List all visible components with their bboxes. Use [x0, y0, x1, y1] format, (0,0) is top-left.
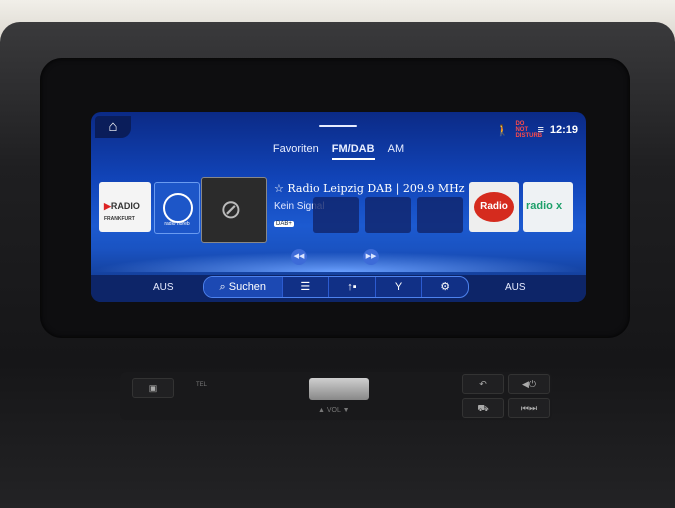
tab-fm-dab[interactable]: FM/DAB [331, 143, 375, 160]
radio-x-logo: radio x [526, 200, 563, 212]
station-up-icon: ↑▪ [347, 281, 357, 293]
control-bar: ⌕ Suchen ☰ ↑▪ Y ⚙ [203, 276, 469, 298]
skip-back-button[interactable]: ◀◀ [291, 249, 307, 265]
no-signal-icon: ⊘ [220, 194, 242, 224]
search-icon: ⌕ [219, 281, 226, 293]
station-radio-ton[interactable]: Radio Ton [469, 182, 519, 232]
mute-power-icon: ◀⏻ [521, 379, 537, 389]
media-icon: ▣ [148, 383, 158, 393]
track-skip-button[interactable]: ⏮⏭ [508, 398, 550, 418]
list-button[interactable]: ☰ [281, 277, 329, 297]
home-button[interactable]: ⌂ [95, 116, 131, 138]
current-station-artwork[interactable]: ⊘ [201, 177, 267, 243]
car-icon: ⛟ [477, 403, 489, 413]
band-tabs: Favoriten FM/DAB AM [91, 143, 586, 160]
skip-back-icon: ◀◀ [293, 253, 305, 260]
station-radio-horeb[interactable]: radio horeb [154, 182, 200, 234]
tel-label: TEL [196, 382, 208, 388]
seat-icon: ≡ [537, 124, 544, 136]
empty-slot[interactable] [417, 197, 463, 233]
status-bar: 🚶 DO NOT DISTURB ≡ 12:19 [496, 121, 578, 139]
person-icon: 🚶 [495, 124, 510, 137]
landscape-graphic [91, 252, 586, 272]
pull-down-handle[interactable] [319, 125, 357, 127]
back-icon: ↶ [479, 379, 487, 389]
radio-ton-logo: Radio Ton [474, 192, 514, 232]
search-button[interactable]: ⌕ Suchen [204, 277, 282, 297]
station-radio-x[interactable]: radio x [523, 182, 573, 232]
radio-frankfurt-logo: ▶RADIO FRANKFURT [104, 201, 140, 222]
skip-forward-icon: ▶▶ [365, 253, 377, 260]
do-not-disturb-icon: DO NOT DISTURB [515, 121, 543, 139]
track-skip-icon: ⏮⏭ [520, 403, 538, 413]
left-climate-status[interactable]: AUS [153, 282, 174, 293]
right-climate-status[interactable]: AUS [505, 282, 526, 293]
skip-forward-button[interactable]: ▶▶ [363, 249, 379, 265]
antenna-icon: Y [394, 281, 403, 293]
infotainment-screen: ⌂ 🚶 DO NOT DISTURB ≡ 12:19 Favoriten FM/… [91, 112, 586, 302]
dab-badge: DAB+ [274, 221, 294, 227]
station-title: ☆ Radio Leipzig DAB | 209.9 MHz [274, 182, 465, 195]
station-up-button[interactable]: ↑▪ [328, 277, 375, 297]
radio-horeb-logo [163, 193, 193, 223]
home-icon: ⌂ [108, 118, 118, 135]
tab-am[interactable]: AM [388, 143, 405, 158]
volume-roller[interactable] [309, 378, 369, 400]
antenna-button[interactable]: Y [374, 277, 422, 297]
media-button[interactable]: ▣ [132, 378, 174, 398]
back-button[interactable]: ↶ [462, 374, 504, 394]
vol-label: ▲ VOL ▼ [318, 407, 350, 414]
empty-slot[interactable] [365, 197, 411, 233]
settings-button[interactable]: ⚙ [421, 277, 468, 297]
mute-power-button[interactable]: ◀⏻ [508, 374, 550, 394]
list-icon: ☰ [300, 281, 311, 293]
empty-slot[interactable] [313, 197, 359, 233]
clock: 12:19 [549, 124, 578, 136]
vehicle-button[interactable]: ⛟ [462, 398, 504, 418]
station-radio-frankfurt[interactable]: ▶RADIO FRANKFURT [99, 182, 151, 232]
tab-favoriten[interactable]: Favoriten [273, 143, 319, 158]
settings-icon: ⚙ [440, 281, 451, 293]
